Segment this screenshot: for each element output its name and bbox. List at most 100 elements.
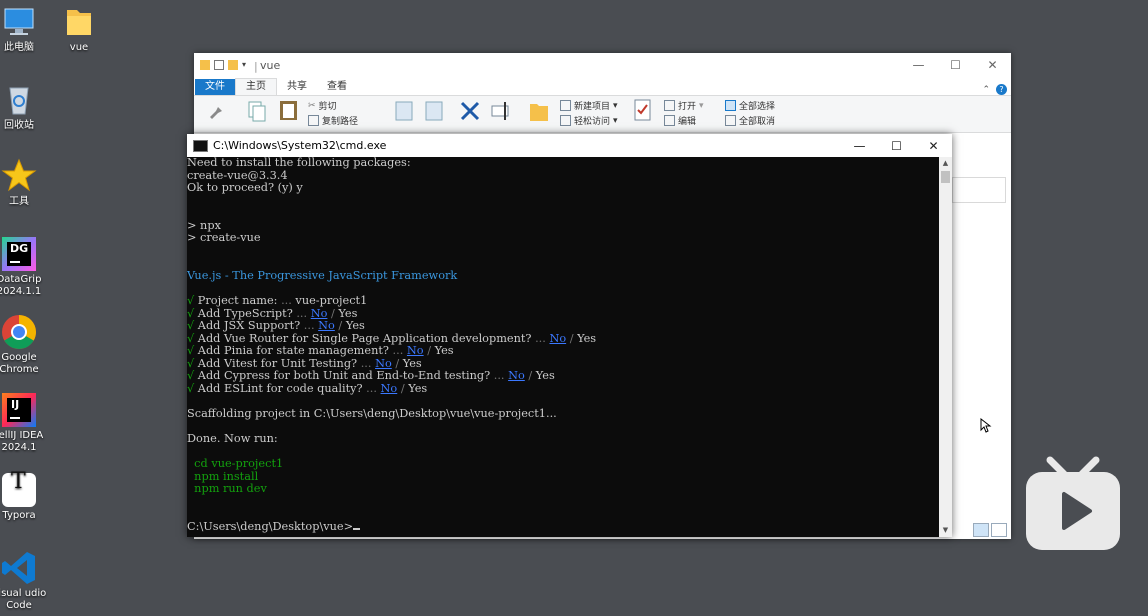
desktop-icon-label: vue bbox=[69, 42, 89, 53]
select-all-button[interactable]: 全部选择 bbox=[725, 99, 775, 112]
cut-label: 剪切 bbox=[318, 102, 337, 112]
new-folder-big-icon[interactable] bbox=[528, 100, 550, 122]
open-button[interactable]: 打开 ▾ bbox=[664, 99, 704, 112]
select-all-label: 全部选择 bbox=[739, 102, 776, 112]
paste-icon[interactable] bbox=[278, 98, 300, 120]
details-view-button[interactable] bbox=[973, 523, 989, 537]
ribbon-help: ⌃ ? bbox=[982, 84, 1011, 95]
desktop-icon-vue-folder[interactable]: vue bbox=[41, 4, 117, 54]
prompt-question: Add TypeScript? bbox=[194, 306, 297, 320]
close-button[interactable]: ✕ bbox=[974, 58, 1011, 72]
tab-view[interactable]: 查看 bbox=[317, 79, 357, 95]
copy-path-button[interactable]: 复制路径 bbox=[308, 114, 358, 127]
vscode-icon bbox=[1, 550, 37, 586]
chevron-down-icon: ▾ bbox=[613, 115, 618, 126]
console-line: > npx bbox=[187, 218, 221, 232]
console-text: Need to install the following packages: … bbox=[187, 157, 939, 533]
copy-to-icon[interactable] bbox=[424, 100, 446, 122]
option-yes: Yes bbox=[434, 344, 454, 358]
option-yes: Yes bbox=[577, 331, 597, 345]
desktop-icon-vscode[interactable]: Visual udio Code bbox=[0, 550, 57, 612]
new-folder-icon[interactable] bbox=[228, 60, 238, 70]
console-output[interactable]: Need to install the following packages: … bbox=[187, 157, 939, 537]
computer-icon bbox=[1, 4, 37, 40]
cut-button[interactable]: ✂ 剪切 bbox=[308, 99, 337, 113]
ellipsis: ... bbox=[493, 369, 505, 383]
close-button[interactable]: ✕ bbox=[915, 139, 952, 153]
maximize-button[interactable]: ☐ bbox=[937, 58, 974, 72]
chevron-up-icon[interactable]: ⌃ bbox=[982, 85, 990, 95]
prompt-question: Project name: bbox=[194, 294, 282, 308]
delete-icon[interactable] bbox=[459, 100, 481, 122]
minimize-button[interactable]: — bbox=[841, 139, 878, 153]
select-none-button[interactable]: 全部取消 bbox=[725, 114, 775, 127]
desktop-icon-label: 回收站 bbox=[4, 120, 34, 131]
console-line: create-vue@3.3.4 bbox=[187, 168, 288, 182]
typora-badge: T bbox=[11, 469, 26, 494]
cmd-icon bbox=[193, 139, 208, 152]
vertical-scrollbar[interactable]: ▲ ▼ bbox=[939, 157, 952, 537]
desktop-icon-intellij[interactable]: IJ tellIJ IDEA 2024.1 bbox=[0, 392, 57, 454]
folder-icon bbox=[61, 4, 97, 40]
desktop-icon-chrome[interactable]: Google Chrome bbox=[0, 314, 57, 376]
copy-icon[interactable] bbox=[246, 100, 268, 122]
edit-button[interactable]: 编辑 bbox=[664, 114, 696, 127]
desktop-icon-label: tellIJ IDEA 2024.1 bbox=[0, 430, 44, 453]
easy-access-button[interactable]: 轻松访问 ▾ bbox=[560, 114, 618, 127]
vue-banner: Vue.js - The Progressive JavaScript Fram… bbox=[187, 268, 458, 282]
properties-icon[interactable] bbox=[214, 60, 224, 70]
command-prompt[interactable]: C:\Users\deng\Desktop\vue> bbox=[187, 520, 353, 533]
tab-home[interactable]: 主页 bbox=[235, 78, 277, 95]
option-no: No bbox=[406, 344, 424, 358]
cmd-titlebar[interactable]: C:\Windows\System32\cmd.exe — ☐ ✕ bbox=[187, 134, 952, 157]
datagrip-badge: DG bbox=[10, 242, 29, 255]
desktop-icon-tools[interactable]: 工具 bbox=[0, 158, 57, 208]
chevron-down-icon[interactable]: ▾ bbox=[242, 60, 250, 70]
desktop-icon-typora[interactable]: T Typora bbox=[0, 469, 57, 522]
option-yes: Yes bbox=[338, 306, 358, 320]
help-icon[interactable]: ? bbox=[996, 84, 1007, 95]
rename-icon[interactable] bbox=[490, 100, 512, 122]
cmd-window[interactable]: C:\Windows\System32\cmd.exe — ☐ ✕ Need t… bbox=[187, 134, 952, 537]
desktop-icon-label: DataGrip 2024.1.1 bbox=[0, 274, 42, 297]
intellij-badge: IJ bbox=[11, 398, 20, 411]
separator: / bbox=[334, 319, 346, 333]
scroll-thumb[interactable] bbox=[941, 171, 950, 183]
separator: / bbox=[423, 344, 435, 358]
search-box[interactable] bbox=[952, 177, 1006, 203]
view-toggle bbox=[973, 523, 1007, 537]
scroll-up-icon[interactable]: ▲ bbox=[939, 157, 952, 170]
ellipsis: ... bbox=[535, 331, 546, 345]
cmd-title: C:\Windows\System32\cmd.exe bbox=[213, 139, 387, 152]
ribbon-body: ✂ 剪切 复制路径 新建项目 ▾ 轻松访问 ▾ 打开 ▾ 编辑 全部选择 全部取… bbox=[194, 96, 1011, 133]
tab-share[interactable]: 共享 bbox=[277, 79, 317, 95]
prompt-question: Add JSX Support? bbox=[194, 319, 304, 333]
maximize-button[interactable]: ☐ bbox=[878, 139, 915, 153]
console-line: > create-vue bbox=[187, 231, 261, 245]
bilibili-logo-icon bbox=[1026, 456, 1120, 550]
tab-file[interactable]: 文件 bbox=[195, 79, 235, 95]
option-yes: Yes bbox=[535, 369, 555, 383]
separator: / bbox=[524, 369, 536, 383]
explorer-title: vue bbox=[260, 58, 281, 72]
prompt-question: Add Vitest for Unit Testing? bbox=[194, 356, 361, 370]
minimize-button[interactable]: — bbox=[900, 58, 937, 72]
move-to-icon[interactable] bbox=[394, 100, 416, 122]
console-line: Need to install the following packages: bbox=[187, 157, 411, 169]
desktop-icon-recycle-bin[interactable]: 回收站 bbox=[0, 82, 57, 132]
recycle-bin-icon bbox=[1, 82, 37, 118]
option-yes: Yes bbox=[402, 356, 422, 370]
option-no: No bbox=[508, 369, 525, 383]
separator: / bbox=[397, 381, 409, 395]
properties-big-icon[interactable] bbox=[632, 99, 654, 121]
desktop-icon-datagrip[interactable]: DG DataGrip 2024.1.1 bbox=[0, 236, 57, 298]
new-item-button[interactable]: 新建项目 ▾ bbox=[560, 99, 618, 112]
separator: / bbox=[327, 306, 339, 320]
pin-icon[interactable] bbox=[206, 101, 228, 123]
desktop-icon-label: Google Chrome bbox=[0, 352, 39, 375]
desktop-icon-label: 工具 bbox=[9, 196, 29, 207]
ellipsis: ... bbox=[360, 356, 372, 370]
large-icons-view-button[interactable] bbox=[991, 523, 1007, 537]
explorer-titlebar[interactable]: ▾ | vue — ☐ ✕ bbox=[194, 53, 1011, 77]
scroll-down-icon[interactable]: ▼ bbox=[939, 524, 952, 537]
